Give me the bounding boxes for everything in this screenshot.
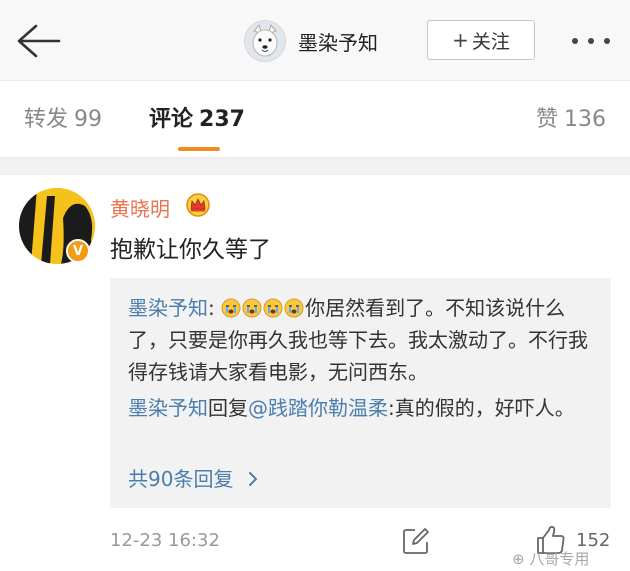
section-divider	[0, 157, 630, 175]
back-button[interactable]	[14, 22, 62, 60]
tab-reposts-label: 转发	[24, 107, 69, 132]
tab-comments[interactable]: 评论 237	[149, 101, 245, 133]
tab-likes-count: 136	[564, 107, 606, 132]
profile-name[interactable]: 墨染予知	[298, 27, 378, 56]
follow-label: 关注	[471, 30, 510, 53]
verified-badge: V	[66, 239, 90, 263]
plus-icon: +	[452, 28, 469, 52]
reply-button[interactable]	[402, 527, 430, 555]
reply-item: 墨染予知: 你居然看到了。不知该说什么了，只要是你再久我也等下去。我太激动了。不…	[128, 295, 588, 384]
more-button[interactable]	[569, 31, 613, 51]
tab-likes[interactable]: 赞 136	[536, 101, 606, 133]
comment-text: 抱歉让你久等了	[110, 237, 271, 263]
reply-thread: 墨染予知: 你居然看到了。不知该说什么了，只要是你再久我也等下去。我太激动了。不…	[110, 278, 611, 508]
crying-emoji-icon	[263, 295, 283, 318]
crying-emoji-icon	[284, 295, 304, 318]
crying-emoji-icon	[242, 295, 262, 318]
reply-author-link[interactable]: 墨染予知	[128, 396, 208, 420]
active-tab-indicator	[178, 147, 220, 151]
tab-comments-label: 评论	[149, 107, 194, 132]
tab-comments-count: 237	[199, 107, 245, 132]
comment-timestamp: 12-23 16:32	[110, 530, 220, 551]
tab-reposts[interactable]: 转发 99	[24, 101, 102, 133]
reply-word: 回复	[208, 396, 248, 420]
chevron-right-icon	[248, 472, 257, 486]
watermark-icon: ⊕	[512, 550, 525, 568]
more-replies-label: 共90条回复	[128, 467, 234, 491]
mention-link[interactable]: @践踏你勒温柔	[248, 396, 388, 420]
tab-reposts-count: 99	[74, 107, 103, 132]
crying-emoji-icon	[221, 295, 241, 318]
tab-likes-label: 赞	[535, 107, 558, 132]
dog-avatar-icon	[245, 21, 285, 61]
view-more-replies-link[interactable]: 共90条回复	[128, 463, 260, 492]
commenter-name[interactable]: 黄晓明	[110, 193, 170, 222]
reply-text: :真的假的，好吓人。	[388, 396, 575, 420]
edit-icon	[403, 528, 429, 554]
avatar[interactable]	[244, 20, 286, 62]
tab-bar: 转发 99 评论 237 赞 136	[0, 81, 630, 157]
top-bar: 墨染予知 + 关注	[0, 0, 630, 80]
follow-button[interactable]: + 关注	[427, 20, 535, 60]
reply-item: 墨染予知回复@践踏你勒温柔:真的假的，好吓人。	[128, 392, 594, 424]
reply-author-link[interactable]: 墨染予知	[128, 296, 208, 320]
verified-badge-label: V	[72, 243, 84, 259]
profile-link[interactable]: 墨染予知	[244, 20, 378, 62]
more-dots-icon	[572, 38, 610, 44]
arrow-left-icon	[17, 24, 61, 58]
crown-badge-icon	[185, 193, 211, 217]
watermark: ⊕ 八哥专用	[512, 548, 589, 569]
watermark-text: 八哥专用	[529, 550, 590, 568]
